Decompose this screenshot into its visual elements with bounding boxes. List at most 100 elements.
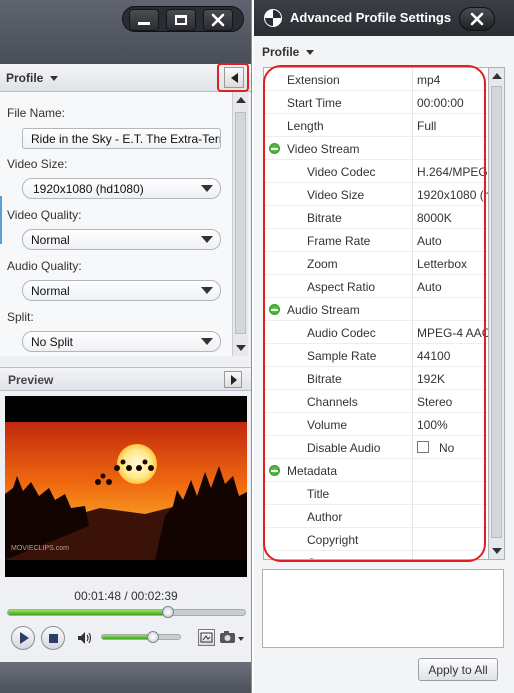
app-logo-icon	[264, 9, 282, 27]
profile-dropdown[interactable]: Profile	[262, 45, 314, 59]
video-size-select[interactable]: 1920x1080 (hd1080)	[22, 178, 221, 199]
property-row[interactable]: Comment	[264, 551, 488, 559]
property-row[interactable]: Author	[264, 505, 488, 528]
profile-label: Profile	[6, 71, 44, 85]
volume-handle[interactable]	[147, 631, 159, 643]
volume-slider[interactable]	[101, 634, 181, 640]
property-grid[interactable]: Extension mp4 Start Time 00:00:00 Length Full…	[263, 67, 489, 560]
main-window: Profile File Name: Ride in the Sky - E.T…	[0, 0, 252, 693]
property-row[interactable]: Length Full	[264, 114, 488, 137]
property-value[interactable]: Letterbox	[417, 257, 488, 271]
minimize-button[interactable]	[129, 9, 159, 31]
property-value[interactable]: 1920x1080 (hd1080)	[417, 188, 488, 202]
property-row[interactable]: Extension mp4	[264, 68, 488, 91]
property-key: Start Time	[287, 96, 342, 110]
property-key: Audio Codec	[307, 326, 376, 340]
property-row[interactable]: Channels Stereo	[264, 390, 488, 413]
column-divider	[412, 321, 413, 344]
property-row[interactable]: Start Time 00:00:00	[264, 91, 488, 114]
snapshot-folder-button[interactable]	[198, 629, 215, 646]
property-value[interactable]: 44100	[417, 349, 488, 363]
property-value[interactable]: H.264/MPEG-4 AVC	[417, 165, 488, 179]
close-icon	[470, 12, 484, 26]
scroll-down-icon[interactable]	[236, 345, 246, 351]
video-watermark: MOVIECLIPS.com	[11, 545, 69, 552]
property-value[interactable]: Full	[417, 119, 488, 133]
collapse-group-icon[interactable]	[269, 465, 280, 476]
preview-header: Preview	[0, 367, 251, 391]
preview-expand-button[interactable]	[224, 371, 242, 388]
maximize-button[interactable]	[166, 9, 196, 31]
collapse-group-icon[interactable]	[269, 143, 280, 154]
property-group-row[interactable]: Video Stream	[264, 137, 488, 160]
property-value[interactable]: Stereo	[417, 395, 488, 409]
split-select[interactable]: No Split	[22, 331, 221, 352]
property-row[interactable]: Title	[264, 482, 488, 505]
property-value: No	[439, 441, 455, 455]
profile-form: File Name: Ride in the Sky - E.T. The Ex…	[0, 92, 232, 356]
property-group-row[interactable]: Audio Stream	[264, 298, 488, 321]
property-row[interactable]: Frame Rate Auto	[264, 229, 488, 252]
play-button[interactable]	[11, 626, 35, 650]
apply-to-all-button[interactable]: Apply to All	[418, 658, 498, 681]
property-row[interactable]: Video Codec H.264/MPEG-4 AVC	[264, 160, 488, 183]
collapse-group-icon[interactable]	[269, 304, 280, 315]
property-key: Sample Rate	[307, 349, 377, 363]
column-divider	[412, 436, 413, 459]
property-value[interactable]: 00:00:00	[417, 96, 488, 110]
file-name-input[interactable]: Ride in the Sky - E.T. The Extra-Terrest…	[22, 128, 221, 149]
property-key: Frame Rate	[307, 234, 371, 248]
audio-quality-label: Audio Quality:	[7, 259, 82, 273]
property-row[interactable]: Audio Codec MPEG-4 AAC	[264, 321, 488, 344]
column-divider	[412, 252, 413, 275]
video-preview[interactable]: MOVIECLIPS.com	[5, 396, 247, 577]
form-scrollbar[interactable]	[232, 92, 248, 356]
volume-icon[interactable]	[77, 631, 93, 645]
property-key: Zoom	[307, 257, 338, 271]
property-value[interactable]: 8000K	[417, 211, 488, 225]
property-value[interactable]: 100%	[417, 418, 488, 432]
video-quality-label: Video Quality:	[7, 208, 82, 222]
property-value[interactable]: Auto	[417, 234, 488, 248]
property-row[interactable]: Volume 100%	[264, 413, 488, 436]
disable-audio-checkbox[interactable]	[417, 441, 429, 453]
property-row[interactable]: Bitrate 192K	[264, 367, 488, 390]
property-grid-scrollbar[interactable]	[489, 67, 505, 560]
play-icon	[20, 632, 29, 644]
property-row[interactable]: Disable Audio No	[264, 436, 488, 459]
seek-bar[interactable]	[7, 609, 246, 616]
property-row[interactable]: Copyright	[264, 528, 488, 551]
scroll-up-icon[interactable]	[236, 97, 246, 103]
property-row[interactable]: Video Size 1920x1080 (hd1080)	[264, 183, 488, 206]
property-row[interactable]: Bitrate 8000K	[264, 206, 488, 229]
close-settings-button[interactable]	[459, 7, 495, 31]
property-key: Title	[307, 487, 330, 501]
property-value[interactable]: Auto	[417, 280, 488, 294]
property-row[interactable]: Aspect Ratio Auto	[264, 275, 488, 298]
audio-quality-value: Normal	[31, 284, 70, 298]
close-button[interactable]	[203, 9, 233, 31]
audio-quality-select[interactable]: Normal	[22, 280, 221, 301]
chevron-down-icon	[194, 332, 220, 351]
minimize-icon	[138, 21, 150, 25]
scroll-down-icon[interactable]	[492, 548, 502, 554]
scrollbar-thumb[interactable]	[235, 112, 246, 334]
profile-toggle[interactable]: Profile	[6, 71, 58, 85]
advanced-profile-settings-window: Advanced Profile Settings Profile Extens…	[254, 0, 514, 693]
property-row[interactable]: Sample Rate 44100	[264, 344, 488, 367]
scrollbar-thumb[interactable]	[491, 86, 502, 538]
property-key: Copyright	[307, 533, 359, 547]
scroll-up-icon[interactable]	[492, 73, 502, 79]
snapshot-button[interactable]	[219, 629, 245, 646]
property-value[interactable]: mp4	[417, 73, 488, 87]
property-row[interactable]: Zoom Letterbox	[264, 252, 488, 275]
folder-icon	[200, 632, 213, 643]
stop-button[interactable]	[41, 626, 65, 650]
right-titlebar: Advanced Profile Settings	[254, 0, 514, 36]
seek-handle[interactable]	[162, 606, 174, 618]
video-quality-select[interactable]: Normal	[22, 229, 221, 250]
video-size-value: 1920x1080 (hd1080)	[33, 182, 144, 196]
property-value[interactable]: MPEG-4 AAC	[417, 326, 488, 340]
property-group-row[interactable]: Metadata	[264, 459, 488, 482]
property-value[interactable]: 192K	[417, 372, 488, 386]
